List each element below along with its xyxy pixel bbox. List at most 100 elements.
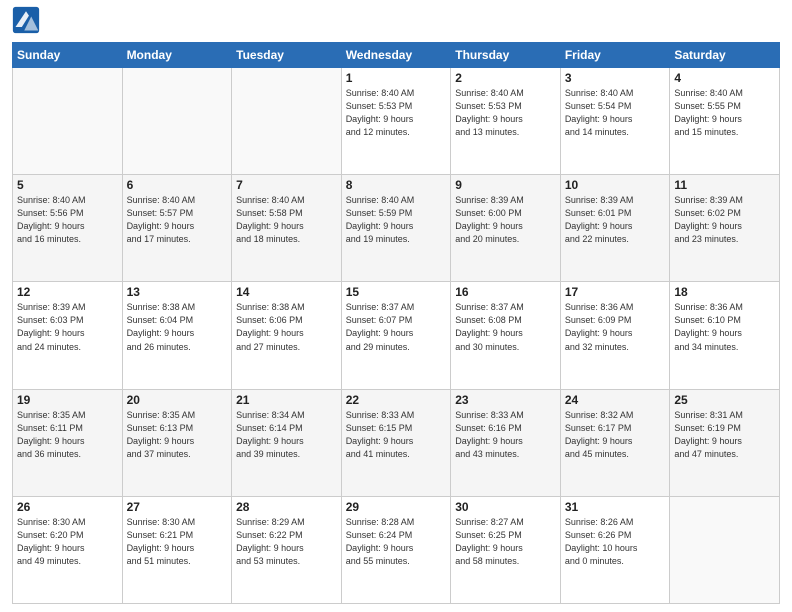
- calendar-cell: 15 Sunrise: 8:37 AMSunset: 6:07 PMDayligh…: [341, 282, 451, 389]
- calendar-cell: 3 Sunrise: 8:40 AMSunset: 5:54 PMDaylight…: [560, 68, 670, 175]
- day-info: Sunrise: 8:39 AMSunset: 6:02 PMDaylight:…: [674, 194, 775, 246]
- day-info: Sunrise: 8:30 AMSunset: 6:21 PMDaylight:…: [127, 516, 228, 568]
- day-info: Sunrise: 8:38 AMSunset: 6:06 PMDaylight:…: [236, 301, 337, 353]
- day-number: 23: [455, 393, 556, 407]
- day-number: 31: [565, 500, 666, 514]
- week-row-5: 26 Sunrise: 8:30 AMSunset: 6:20 PMDayligh…: [13, 496, 780, 603]
- calendar-cell: 25 Sunrise: 8:31 AMSunset: 6:19 PMDayligh…: [670, 389, 780, 496]
- calendar-cell: 28Sunrise: 8:29 AMSunset: 6:22 PMDayligh…: [232, 496, 342, 603]
- week-row-1: 1 Sunrise: 8:40 AMSunset: 5:53 PMDaylight…: [13, 68, 780, 175]
- day-number: 2: [455, 71, 556, 85]
- day-info: Sunrise: 8:40 AMSunset: 5:58 PMDaylight:…: [236, 194, 337, 246]
- day-info: Sunrise: 8:37 AMSunset: 6:07 PMDaylight:…: [346, 301, 447, 353]
- day-info: Sunrise: 8:36 AMSunset: 6:09 PMDaylight:…: [565, 301, 666, 353]
- day-number: 7: [236, 178, 337, 192]
- day-number: 6: [127, 178, 228, 192]
- day-number: 5: [17, 178, 118, 192]
- logo: [12, 10, 42, 34]
- calendar-cell: 30Sunrise: 8:27 AMSunset: 6:25 PMDayligh…: [451, 496, 561, 603]
- calendar-cell: 10 Sunrise: 8:39 AMSunset: 6:01 PMDayligh…: [560, 175, 670, 282]
- calendar-cell: [122, 68, 232, 175]
- day-info: Sunrise: 8:35 AMSunset: 6:11 PMDaylight:…: [17, 409, 118, 461]
- calendar-cell: 11 Sunrise: 8:39 AMSunset: 6:02 PMDayligh…: [670, 175, 780, 282]
- calendar-cell: 5 Sunrise: 8:40 AMSunset: 5:56 PMDaylight…: [13, 175, 123, 282]
- day-info: Sunrise: 8:34 AMSunset: 6:14 PMDaylight:…: [236, 409, 337, 461]
- day-number: 21: [236, 393, 337, 407]
- day-number: 9: [455, 178, 556, 192]
- calendar-cell: 9 Sunrise: 8:39 AMSunset: 6:00 PMDaylight…: [451, 175, 561, 282]
- day-info: Sunrise: 8:39 AMSunset: 6:03 PMDaylight:…: [17, 301, 118, 353]
- day-info: Sunrise: 8:39 AMSunset: 6:00 PMDaylight:…: [455, 194, 556, 246]
- day-number: 16: [455, 285, 556, 299]
- day-number: 17: [565, 285, 666, 299]
- day-info: Sunrise: 8:28 AMSunset: 6:24 PMDaylight:…: [346, 516, 447, 568]
- day-number: 25: [674, 393, 775, 407]
- weekday-header-sunday: Sunday: [13, 43, 123, 68]
- day-number: 24: [565, 393, 666, 407]
- day-number: 1: [346, 71, 447, 85]
- header: [12, 10, 780, 34]
- calendar-cell: 29 Sunrise: 8:28 AMSunset: 6:24 PMDayligh…: [341, 496, 451, 603]
- calendar-table: SundayMondayTuesdayWednesdayThursdayFrid…: [12, 42, 780, 604]
- calendar-cell: 6 Sunrise: 8:40 AMSunset: 5:57 PMDaylight…: [122, 175, 232, 282]
- calendar-cell: 31 Sunrise: 8:26 AMSunset: 6:26 PMDayligh…: [560, 496, 670, 603]
- day-number: 8: [346, 178, 447, 192]
- day-number: 10: [565, 178, 666, 192]
- calendar-cell: 4Sunrise: 8:40 AMSunset: 5:55 PMDaylight…: [670, 68, 780, 175]
- day-number: 26: [17, 500, 118, 514]
- calendar-cell: [670, 496, 780, 603]
- day-info: Sunrise: 8:40 AMSunset: 5:57 PMDaylight:…: [127, 194, 228, 246]
- day-info: Sunrise: 8:40 AMSunset: 5:53 PMDaylight:…: [455, 87, 556, 139]
- day-info: Sunrise: 8:40 AMSunset: 5:54 PMDaylight:…: [565, 87, 666, 139]
- day-number: 19: [17, 393, 118, 407]
- day-info: Sunrise: 8:39 AMSunset: 6:01 PMDaylight:…: [565, 194, 666, 246]
- day-info: Sunrise: 8:33 AMSunset: 6:15 PMDaylight:…: [346, 409, 447, 461]
- day-number: 15: [346, 285, 447, 299]
- calendar-cell: [13, 68, 123, 175]
- calendar-cell: 18 Sunrise: 8:36 AMSunset: 6:10 PMDayligh…: [670, 282, 780, 389]
- calendar-cell: 17 Sunrise: 8:36 AMSunset: 6:09 PMDayligh…: [560, 282, 670, 389]
- day-number: 11: [674, 178, 775, 192]
- day-info: Sunrise: 8:40 AMSunset: 5:59 PMDaylight:…: [346, 194, 447, 246]
- day-info: Sunrise: 8:26 AMSunset: 6:26 PMDaylight:…: [565, 516, 666, 568]
- day-info: Sunrise: 8:31 AMSunset: 6:19 PMDaylight:…: [674, 409, 775, 461]
- calendar-cell: 24Sunrise: 8:32 AMSunset: 6:17 PMDayligh…: [560, 389, 670, 496]
- day-number: 12: [17, 285, 118, 299]
- week-row-2: 5 Sunrise: 8:40 AMSunset: 5:56 PMDaylight…: [13, 175, 780, 282]
- day-info: Sunrise: 8:33 AMSunset: 6:16 PMDaylight:…: [455, 409, 556, 461]
- calendar-cell: 20Sunrise: 8:35 AMSunset: 6:13 PMDayligh…: [122, 389, 232, 496]
- day-info: Sunrise: 8:38 AMSunset: 6:04 PMDaylight:…: [127, 301, 228, 353]
- day-number: 13: [127, 285, 228, 299]
- day-number: 30: [455, 500, 556, 514]
- weekday-header-monday: Monday: [122, 43, 232, 68]
- calendar-cell: 23 Sunrise: 8:33 AMSunset: 6:16 PMDayligh…: [451, 389, 561, 496]
- weekday-header-saturday: Saturday: [670, 43, 780, 68]
- day-number: 14: [236, 285, 337, 299]
- calendar-cell: 14 Sunrise: 8:38 AMSunset: 6:06 PMDayligh…: [232, 282, 342, 389]
- day-number: 20: [127, 393, 228, 407]
- calendar-cell: 1Sunrise: 8:40 AMSunset: 5:53 PMDaylight…: [341, 68, 451, 175]
- day-info: Sunrise: 8:30 AMSunset: 6:20 PMDaylight:…: [17, 516, 118, 568]
- calendar-cell: 19 Sunrise: 8:35 AMSunset: 6:11 PMDayligh…: [13, 389, 123, 496]
- week-row-4: 19 Sunrise: 8:35 AMSunset: 6:11 PMDayligh…: [13, 389, 780, 496]
- day-number: 4: [674, 71, 775, 85]
- calendar-cell: 26 Sunrise: 8:30 AMSunset: 6:20 PMDayligh…: [13, 496, 123, 603]
- calendar-cell: [232, 68, 342, 175]
- calendar-cell: 7 Sunrise: 8:40 AMSunset: 5:58 PMDaylight…: [232, 175, 342, 282]
- day-info: Sunrise: 8:36 AMSunset: 6:10 PMDaylight:…: [674, 301, 775, 353]
- day-info: Sunrise: 8:37 AMSunset: 6:08 PMDaylight:…: [455, 301, 556, 353]
- calendar-cell: 12 Sunrise: 8:39 AMSunset: 6:03 PMDayligh…: [13, 282, 123, 389]
- day-number: 29: [346, 500, 447, 514]
- weekday-header-row: SundayMondayTuesdayWednesdayThursdayFrid…: [13, 43, 780, 68]
- weekday-header-tuesday: Tuesday: [232, 43, 342, 68]
- page-container: SundayMondayTuesdayWednesdayThursdayFrid…: [0, 0, 792, 612]
- weekday-header-thursday: Thursday: [451, 43, 561, 68]
- day-info: Sunrise: 8:40 AMSunset: 5:56 PMDaylight:…: [17, 194, 118, 246]
- calendar-cell: 8 Sunrise: 8:40 AMSunset: 5:59 PMDaylight…: [341, 175, 451, 282]
- weekday-header-friday: Friday: [560, 43, 670, 68]
- day-number: 27: [127, 500, 228, 514]
- calendar-cell: 27 Sunrise: 8:30 AMSunset: 6:21 PMDayligh…: [122, 496, 232, 603]
- day-number: 18: [674, 285, 775, 299]
- day-info: Sunrise: 8:29 AMSunset: 6:22 PMDaylight:…: [236, 516, 337, 568]
- day-number: 3: [565, 71, 666, 85]
